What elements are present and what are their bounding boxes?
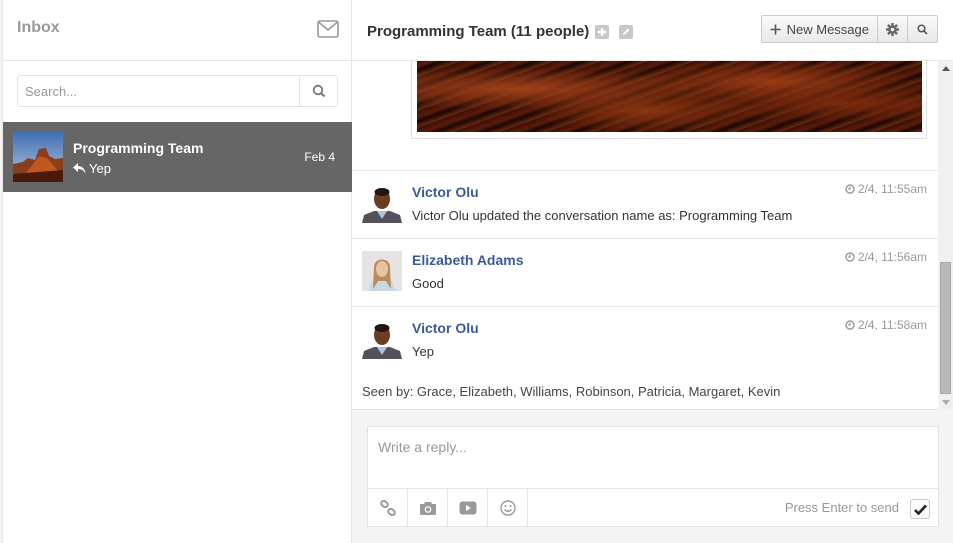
plus-icon <box>770 24 781 34</box>
message-author[interactable]: Elizabeth Adams <box>412 252 524 268</box>
search-input[interactable] <box>18 76 299 106</box>
message-item: Elizabeth Adams Good 2/4, 11:56am <box>352 238 938 306</box>
search-button[interactable] <box>299 76 337 106</box>
enter-to-send-label: Press Enter to send <box>784 500 899 515</box>
search-icon <box>312 84 325 98</box>
conversation-thumbnail <box>13 132 63 182</box>
message-timestamp: 2/4, 11:56am <box>845 250 927 264</box>
message-author[interactable]: Victor Olu <box>412 184 479 200</box>
avatar[interactable] <box>362 251 402 291</box>
scroll-up-arrow-icon[interactable] <box>942 66 950 71</box>
message-scrollbar[interactable] <box>938 61 953 410</box>
clock-icon <box>845 252 855 262</box>
avatar[interactable] <box>362 319 402 359</box>
settings-button[interactable] <box>877 16 907 42</box>
reply-icon <box>73 163 86 174</box>
last-message-text: Yep <box>89 161 111 176</box>
avatar[interactable] <box>362 183 402 223</box>
checkmark-icon <box>913 504 927 515</box>
conversation-date: Feb 4 <box>304 150 335 164</box>
timestamp-text: 2/4, 11:58am <box>857 318 927 332</box>
reply-toolbar: Press Enter to send <box>368 488 938 527</box>
timestamp-text: 2/4, 11:56am <box>857 250 927 264</box>
envelope-icon[interactable] <box>317 20 339 38</box>
message-timestamp: 2/4, 11:55am <box>845 182 927 196</box>
attach-photo-button[interactable] <box>408 489 448 527</box>
timestamp-text: 2/4, 11:55am <box>857 182 927 196</box>
message-text: Victor Olu updated the conversation name… <box>412 208 793 223</box>
pencil-icon <box>623 28 630 35</box>
emoji-button[interactable] <box>488 489 528 527</box>
message-text: Good <box>412 276 444 291</box>
enter-to-send-checkbox[interactable] <box>910 499 930 519</box>
canyon-photo <box>417 61 922 132</box>
seen-by-text: Seen by: Grace, Elizabeth, Williams, Rob… <box>362 384 781 399</box>
search-conversation-button[interactable] <box>907 16 937 42</box>
smiley-icon <box>499 500 516 516</box>
conversation-search <box>17 75 338 107</box>
inbox-sidebar: Inbox Programming Team Yep Feb 4 <box>2 0 352 543</box>
new-message-label: New Message <box>786 21 869 37</box>
reply-input[interactable] <box>368 427 938 487</box>
link-icon <box>379 500 396 516</box>
new-message-button[interactable]: New Message <box>762 16 877 42</box>
inbox-title: Inbox <box>17 19 60 36</box>
attach-link-button[interactable] <box>368 489 408 527</box>
image-attachment[interactable] <box>411 61 927 139</box>
sidebar-header: Inbox <box>3 0 351 61</box>
video-icon <box>459 501 476 515</box>
message-item: Victor Olu Victor Olu updated the conver… <box>352 170 938 238</box>
message-list: Victor Olu Victor Olu updated the conver… <box>352 61 938 410</box>
scroll-down-arrow-icon[interactable] <box>942 400 950 405</box>
message-author[interactable]: Victor Olu <box>412 320 479 336</box>
plus-square-icon <box>598 28 606 36</box>
conversation-item-programming-team[interactable]: Programming Team Yep Feb 4 <box>3 122 352 192</box>
conversation-name: Programming Team <box>73 140 204 156</box>
search-icon <box>917 23 928 35</box>
reply-box: Press Enter to send <box>367 426 939 527</box>
conversation-pane: Programming Team (11 people) New Message <box>352 0 953 543</box>
gear-icon <box>886 22 899 36</box>
clock-icon <box>845 184 855 194</box>
conversation-last-message: Yep <box>73 161 111 176</box>
edit-title-button[interactable] <box>619 25 633 39</box>
header-actions: New Message <box>760 15 938 43</box>
conversation-title: Programming Team (11 people) <box>367 23 590 40</box>
message-timestamp: 2/4, 11:58am <box>845 318 927 332</box>
conversation-header: Programming Team (11 people) New Message <box>352 0 953 61</box>
camera-icon <box>419 501 436 515</box>
add-people-button[interactable] <box>595 25 609 39</box>
clock-icon <box>845 320 855 330</box>
scrollbar-thumb[interactable] <box>940 262 951 394</box>
attach-video-button[interactable] <box>448 489 488 527</box>
message-text: Yep <box>412 344 434 359</box>
